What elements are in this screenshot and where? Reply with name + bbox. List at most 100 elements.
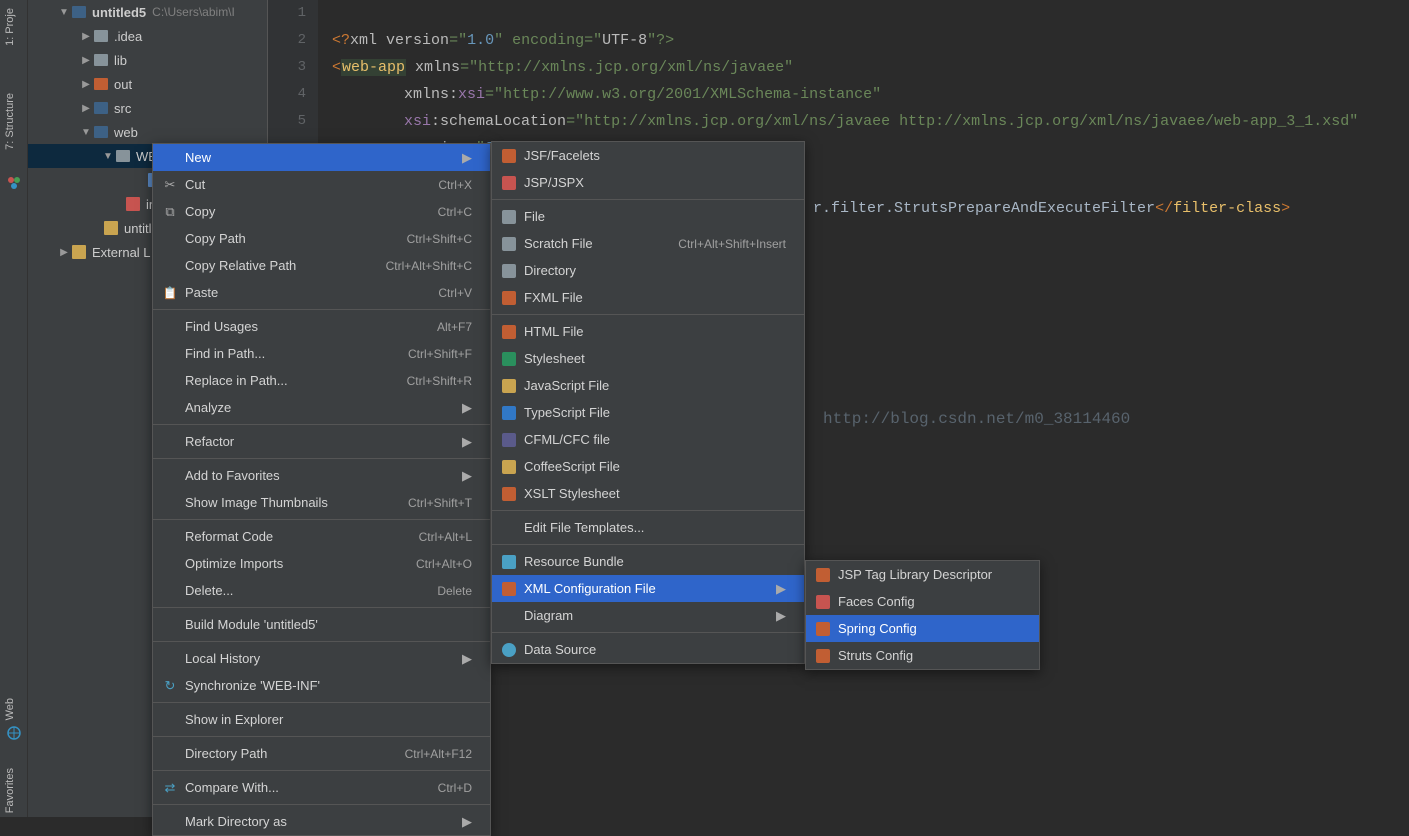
compare-icon: ⇄ [161, 780, 179, 796]
expand-icon[interactable] [80, 55, 92, 66]
menu-shortcut: Ctrl+Alt+Shift+C [386, 259, 472, 273]
submenu-arrow-icon: ▶ [462, 651, 472, 667]
main-menu-item-show-in-explorer[interactable]: Show in Explorer [153, 706, 490, 733]
ib-xml-icon [500, 290, 518, 306]
main-menu-item-mark-directory-as[interactable]: Mark Directory as▶ [153, 808, 490, 835]
menu-separator [153, 607, 490, 608]
main-menu-item-replace-in-path[interactable]: Replace in Path...Ctrl+Shift+R [153, 367, 490, 394]
menu-item-label: Spring Config [838, 621, 1021, 636]
code-line: xmlns:xsi="http://www.w3.org/2001/XMLSch… [323, 86, 881, 103]
partial-line: r.filter.StrutsPrepareAndExecuteFilter</… [813, 195, 1409, 222]
tree-web[interactable]: web [28, 120, 267, 144]
main-menu-item-refactor[interactable]: Refactor▶ [153, 428, 490, 455]
tool-icon-unknown[interactable] [6, 175, 22, 191]
main-menu-item-synchronize-web-inf[interactable]: ↻Synchronize 'WEB-INF' [153, 672, 490, 699]
main-menu-item-new[interactable]: New▶ [153, 144, 490, 171]
expand-icon[interactable] [102, 151, 114, 162]
main-menu-item-find-in-path[interactable]: Find in Path...Ctrl+Shift+F [153, 340, 490, 367]
xmlcfg-menu-item-faces-config[interactable]: Faces Config [806, 588, 1039, 615]
tree-out[interactable]: out [28, 72, 267, 96]
menu-item-label: Delete... [185, 583, 437, 598]
new-menu-item-jsf-facelets[interactable]: JSF/Facelets [492, 142, 804, 169]
tree-label: untitled5 [92, 5, 146, 20]
blank-icon [161, 400, 179, 416]
tree-root[interactable]: untitled5 C:\Users\abim\I [28, 0, 267, 24]
main-menu-item-copy-relative-path[interactable]: Copy Relative PathCtrl+Alt+Shift+C [153, 252, 490, 279]
main-menu-item-local-history[interactable]: Local History▶ [153, 645, 490, 672]
new-menu-item-stylesheet[interactable]: Stylesheet [492, 345, 804, 372]
new-menu-item-coffeescript-file[interactable]: CoffeeScript File [492, 453, 804, 480]
new-menu-item-jsp-jspx[interactable]: JSP/JSPX [492, 169, 804, 196]
code-line: xsi:schemaLocation="http://xmlns.jcp.org… [323, 113, 1358, 130]
menu-item-label: New [185, 150, 454, 165]
module-icon [72, 6, 86, 18]
new-menu-item-diagram[interactable]: Diagram▶ [492, 602, 804, 629]
tree-label: web [114, 125, 138, 140]
blank-icon [161, 373, 179, 389]
ib-db-icon [500, 642, 518, 658]
menu-separator [492, 510, 804, 511]
menu-separator [153, 804, 490, 805]
new-menu-item-fxml-file[interactable]: FXML File [492, 284, 804, 311]
main-menu-item-cut[interactable]: ✂CutCtrl+X [153, 171, 490, 198]
new-menu-item-xml-configuration-file[interactable]: XML Configuration File▶ [492, 575, 804, 602]
blank-icon [161, 319, 179, 335]
menu-item-label: XSLT Stylesheet [524, 486, 786, 501]
expand-icon[interactable] [80, 103, 92, 114]
main-menu-item-delete[interactable]: Delete...Delete [153, 577, 490, 604]
tree-src[interactable]: src [28, 96, 267, 120]
main-menu-item-copy-path[interactable]: Copy PathCtrl+Shift+C [153, 225, 490, 252]
menu-item-label: CFML/CFC file [524, 432, 786, 447]
new-menu-item-resource-bundle[interactable]: Resource Bundle [492, 548, 804, 575]
expand-icon[interactable] [58, 7, 70, 18]
main-menu-item-show-image-thumbnails[interactable]: Show Image ThumbnailsCtrl+Shift+T [153, 489, 490, 516]
submenu-arrow-icon: ▶ [462, 400, 472, 416]
expand-icon[interactable] [58, 247, 70, 258]
new-menu-item-data-source[interactable]: Data Source [492, 636, 804, 663]
new-menu-item-edit-file-templates[interactable]: Edit File Templates... [492, 514, 804, 541]
main-menu-item-optimize-imports[interactable]: Optimize ImportsCtrl+Alt+O [153, 550, 490, 577]
main-menu-item-directory-path[interactable]: Directory PathCtrl+Alt+F12 [153, 740, 490, 767]
xmlcfg-menu-item-spring-config[interactable]: Spring Config [806, 615, 1039, 642]
new-menu-item-html-file[interactable]: HTML File [492, 318, 804, 345]
tool-tab-structure[interactable]: 7: Structure [0, 85, 20, 158]
new-menu-item-directory[interactable]: Directory [492, 257, 804, 284]
tree-label: .idea [114, 29, 142, 44]
xmlcfg-menu-item-struts-config[interactable]: Struts Config [806, 642, 1039, 669]
main-menu-item-find-usages[interactable]: Find UsagesAlt+F7 [153, 313, 490, 340]
new-menu-item-file[interactable]: File [492, 203, 804, 230]
menu-shortcut: Ctrl+Shift+R [407, 374, 472, 388]
menu-shortcut: Ctrl+Shift+C [407, 232, 472, 246]
ib-js-icon [500, 378, 518, 394]
main-menu-item-reformat-code[interactable]: Reformat CodeCtrl+Alt+L [153, 523, 490, 550]
menu-separator [492, 544, 804, 545]
blank-icon [161, 468, 179, 484]
menu-shortcut: Ctrl+Alt+O [416, 557, 472, 571]
new-menu-item-scratch-file[interactable]: Scratch FileCtrl+Alt+Shift+Insert [492, 230, 804, 257]
main-menu-item-copy[interactable]: ⧉CopyCtrl+C [153, 198, 490, 225]
new-menu-item-typescript-file[interactable]: TypeScript File [492, 399, 804, 426]
new-menu-item-cfml-cfc-file[interactable]: CFML/CFC file [492, 426, 804, 453]
main-menu-item-paste[interactable]: 📋PasteCtrl+V [153, 279, 490, 306]
main-menu-item-build-module-untitled5[interactable]: Build Module 'untitled5' [153, 611, 490, 638]
expand-icon[interactable] [80, 31, 92, 42]
main-menu-item-add-to-favorites[interactable]: Add to Favorites▶ [153, 462, 490, 489]
tool-tab-project[interactable]: 1: Proje [0, 0, 20, 54]
tree-lib[interactable]: lib [28, 48, 267, 72]
line-number: 5 [268, 108, 306, 135]
expand-icon[interactable] [80, 79, 92, 90]
main-menu-item-compare-with[interactable]: ⇄Compare With...Ctrl+D [153, 774, 490, 801]
expand-icon[interactable] [80, 127, 92, 138]
xmlcfg-menu-item-jsp-tag-library-descriptor[interactable]: JSP Tag Library Descriptor [806, 561, 1039, 588]
tool-tab-favorites[interactable]: Favorites [0, 760, 20, 821]
menu-shortcut: Ctrl+Alt+L [419, 530, 472, 544]
new-menu-item-xslt-stylesheet[interactable]: XSLT Stylesheet [492, 480, 804, 507]
menu-shortcut: Ctrl+C [438, 205, 472, 219]
tool-tab-web[interactable]: Web [0, 690, 20, 728]
blank-icon [161, 529, 179, 545]
main-menu-item-analyze[interactable]: Analyze▶ [153, 394, 490, 421]
submenu-arrow-icon: ▶ [462, 434, 472, 450]
new-menu-item-javascript-file[interactable]: JavaScript File [492, 372, 804, 399]
menu-item-label: Build Module 'untitled5' [185, 617, 472, 632]
tree-idea[interactable]: .idea [28, 24, 267, 48]
